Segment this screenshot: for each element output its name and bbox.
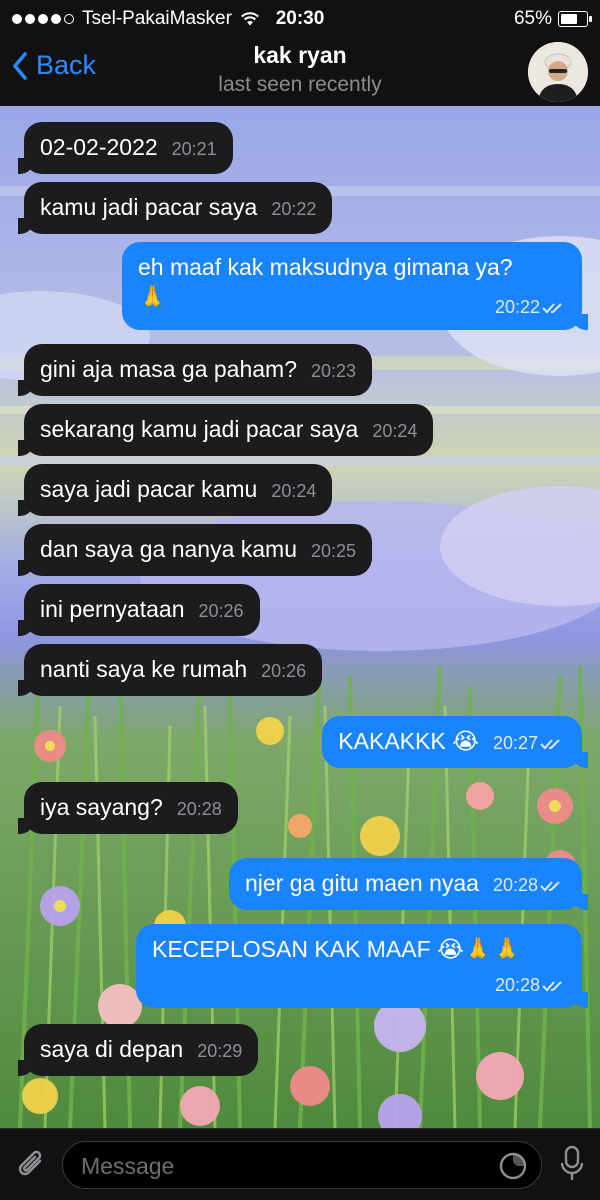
message-text: eh maaf kak maksudnya gimana ya? [138,254,513,280]
message-time-text: 20:24 [372,421,418,441]
message-text: nanti saya ke rumah [40,656,248,682]
message-time-text: 20:28 [176,799,222,819]
incoming-message[interactable]: saya jadi pacar kamu 20:24 [17,464,333,516]
message-time-text: 20:22 [271,199,317,219]
message-time: 20:21 [172,139,217,159]
message-time-text: 20:26 [261,661,307,681]
double-check-icon [540,739,560,750]
incoming-message[interactable]: dan saya ga nanya kamu 20:25 [17,524,373,576]
message-time-text: 20:21 [171,139,217,159]
message-time: 20:28 [495,970,568,1000]
message-time: 20:28 [493,875,566,895]
message-field[interactable] [62,1141,542,1189]
message-text-line2: 🙏 [138,284,167,310]
message-time: 20:22 [495,292,568,322]
message-time-text: 20:28 [494,975,540,995]
message-text: KAKAKKK 😭 [338,728,479,754]
status-bar: Tsel-PakaiMasker 20:30 65% [0,0,600,36]
avatar-photo [528,42,588,102]
incoming-message[interactable]: 02-02-2022 20:21 [18,122,233,174]
contact-info[interactable]: kak ryan last seen recently [0,42,600,97]
message-time: 20:24 [372,421,417,441]
status-time: 20:30 [275,8,325,29]
message-time-text: 20:25 [311,541,357,561]
last-seen-status: last seen recently [218,73,382,96]
incoming-message[interactable]: kamu jadi pacar saya 20:22 [17,182,333,234]
message-time-text: 20:23 [311,361,357,381]
incoming-message[interactable]: nanti saya ke rumah 20:26 [17,644,323,696]
status-right: 65% [513,8,592,30]
message-input[interactable] [81,1151,481,1181]
message-text: gini aja masa ga paham? [40,356,297,382]
outgoing-message[interactable]: KECEPLOSAN KAK MAAF 😭🙏🙏 20:28 [136,924,588,1008]
sticker-icon[interactable] [497,1150,529,1182]
incoming-message[interactable]: sekarang kamu jadi pacar saya 20:24 [17,404,434,456]
chat-area[interactable]: 02-02-2022 20:21 kamu jadi pacar saya 20:22… [0,106,600,1128]
message-text: saya di depan [40,1036,184,1062]
message-time: 20:23 [311,361,356,381]
incoming-message[interactable]: ini pernyataan 20:26 [18,584,260,636]
message-time: 20:24 [271,481,316,501]
double-check-icon [540,881,560,892]
input-bar [0,1128,600,1200]
double-check-icon [542,981,562,992]
message-time-text: 20:26 [198,601,244,621]
message-time: 20:26 [261,661,306,681]
battery-icon [558,11,592,27]
outgoing-message[interactable]: KAKAKKK 😭 20:27 [322,716,588,768]
message-time: 20:27 [493,733,566,753]
incoming-message[interactable]: gini aja masa ga paham? 20:23 [17,344,373,396]
outgoing-message[interactable]: njer ga gitu maen nyaa 20:28 [228,858,589,910]
battery-percent: 65% [513,8,552,29]
message-time: 20:22 [271,199,316,219]
message-time: 20:28 [177,799,222,819]
message-time: 20:29 [197,1041,242,1061]
message-time-text: 20:28 [492,875,538,895]
incoming-message[interactable]: iya sayang? 20:28 [18,782,238,834]
message-time-text: 20:27 [492,733,538,753]
battery-fill [561,14,577,24]
contact-name: kak ryan [253,42,347,68]
message-text: KECEPLOSAN KAK MAAF 😭🙏🙏 [152,936,522,962]
outgoing-message[interactable]: eh maaf kak maksudnya gimana ya? 🙏 20:22 [122,242,588,330]
message-time: 20:25 [311,541,356,561]
incoming-message[interactable]: saya di depan 20:29 [17,1024,259,1076]
message-text: iya sayang? [40,794,163,820]
avatar[interactable] [528,42,588,102]
message-text: sekarang kamu jadi pacar saya [40,416,359,442]
chat-header: Back kak ryan last seen recently [0,36,600,106]
message-time: 20:26 [199,601,244,621]
microphone-icon[interactable] [560,1145,584,1183]
message-time-text: 20:22 [494,297,540,317]
message-time-text: 20:29 [197,1041,243,1061]
message-time-text: 20:24 [271,481,317,501]
message-text: njer ga gitu maen nyaa [244,870,479,896]
message-text: kamu jadi pacar saya [40,194,258,220]
message-text: saya jadi pacar kamu [40,476,258,502]
message-text: dan saya ga nanya kamu [40,536,298,562]
paperclip-icon[interactable] [16,1147,48,1183]
message-text: ini pernyataan [40,596,185,622]
message-text: 02-02-2022 [40,134,158,160]
double-check-icon [542,303,562,314]
